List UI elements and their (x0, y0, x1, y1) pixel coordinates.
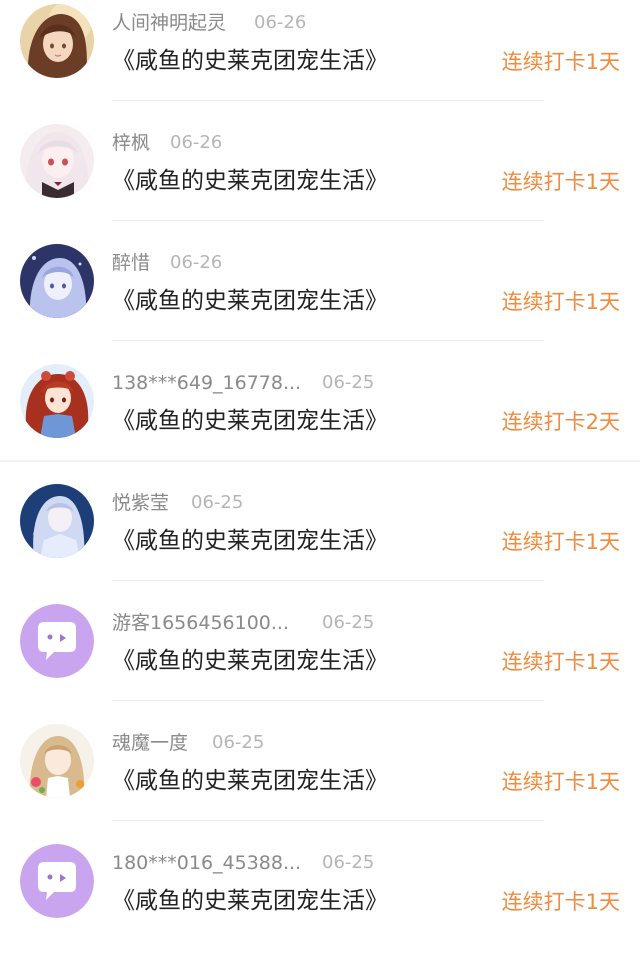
checkin-date: 06-25 (212, 732, 265, 753)
book-title[interactable]: 《咸鱼的史莱克团宠生活》 (112, 884, 388, 918)
book-title[interactable]: 《咸鱼的史莱克团宠生活》 (112, 644, 388, 678)
streak-label: 连续打卡1天 (501, 170, 620, 194)
avatar[interactable] (20, 124, 94, 198)
username[interactable]: 魂魔一度 (112, 730, 188, 756)
divider (112, 100, 544, 101)
avatar[interactable] (20, 4, 94, 78)
streak-label: 连续打卡1天 (501, 290, 620, 314)
streak-label: 连续打卡1天 (501, 650, 620, 674)
streak-label: 连续打卡1天 (501, 770, 620, 794)
divider (112, 220, 544, 221)
avatar[interactable] (20, 844, 94, 918)
book-title[interactable]: 《咸鱼的史莱克团宠生活》 (112, 524, 388, 558)
divider (112, 340, 544, 341)
checkin-date: 06-26 (170, 132, 223, 153)
streak-label: 连续打卡1天 (501, 50, 620, 74)
username[interactable]: 悦紫莹 (112, 490, 169, 516)
checkin-row[interactable]: 悦紫莹 06-25 《咸鱼的史莱克团宠生活》 连续打卡1天 (0, 480, 640, 600)
username[interactable]: 梓枫 (112, 130, 150, 156)
checkin-date: 06-25 (191, 492, 244, 513)
book-title[interactable]: 《咸鱼的史莱克团宠生活》 (112, 404, 388, 438)
divider (112, 580, 544, 581)
avatar[interactable] (20, 244, 94, 318)
divider (112, 700, 544, 701)
checkin-row[interactable]: 梓枫 06-26 《咸鱼的史莱克团宠生活》 连续打卡1天 (0, 120, 640, 240)
book-title[interactable]: 《咸鱼的史莱克团宠生活》 (112, 164, 388, 198)
avatar[interactable] (20, 604, 94, 678)
checkin-row[interactable]: 魂魔一度 06-25 《咸鱼的史莱克团宠生活》 连续打卡1天 (0, 720, 640, 840)
divider (112, 820, 544, 821)
avatar[interactable] (20, 724, 94, 798)
streak-label: 连续打卡1天 (501, 890, 620, 914)
checkin-date: 06-26 (254, 12, 307, 33)
username[interactable]: 游客1656456100... (112, 610, 289, 636)
avatar[interactable] (20, 364, 94, 438)
checkin-row[interactable]: 180***016_45388... 06-25 《咸鱼的史莱克团宠生活》 连续… (0, 840, 640, 960)
checkin-row[interactable]: 138***649_16778... 06-25 《咸鱼的史莱克团宠生活》 连续… (0, 360, 640, 480)
checkin-row[interactable]: 游客1656456100... 06-25 《咸鱼的史莱克团宠生活》 连续打卡1… (0, 600, 640, 720)
checkin-row[interactable]: 醉惜 06-26 《咸鱼的史莱克团宠生活》 连续打卡1天 (0, 240, 640, 360)
username[interactable]: 138***649_16778... (112, 370, 301, 396)
divider (0, 460, 640, 462)
book-title[interactable]: 《咸鱼的史莱克团宠生活》 (112, 764, 388, 798)
checkin-date: 06-25 (322, 372, 375, 393)
username[interactable]: 180***016_45388... (112, 850, 301, 876)
streak-label: 连续打卡2天 (501, 410, 620, 434)
streak-label: 连续打卡1天 (501, 530, 620, 554)
avatar[interactable] (20, 484, 94, 558)
username[interactable]: 醉惜 (112, 250, 150, 276)
book-title[interactable]: 《咸鱼的史莱克团宠生活》 (112, 44, 388, 78)
checkin-date: 06-26 (170, 252, 223, 273)
username[interactable]: 人间神明起灵 (112, 10, 226, 36)
checkin-date: 06-25 (322, 852, 375, 873)
checkin-list: 人间神明起灵 06-26 《咸鱼的史莱克团宠生活》 连续打卡1天 梓枫 06-2… (0, 0, 640, 918)
book-title[interactable]: 《咸鱼的史莱克团宠生活》 (112, 284, 388, 318)
checkin-date: 06-25 (322, 612, 375, 633)
checkin-row[interactable]: 人间神明起灵 06-26 《咸鱼的史莱克团宠生活》 连续打卡1天 (0, 0, 640, 120)
